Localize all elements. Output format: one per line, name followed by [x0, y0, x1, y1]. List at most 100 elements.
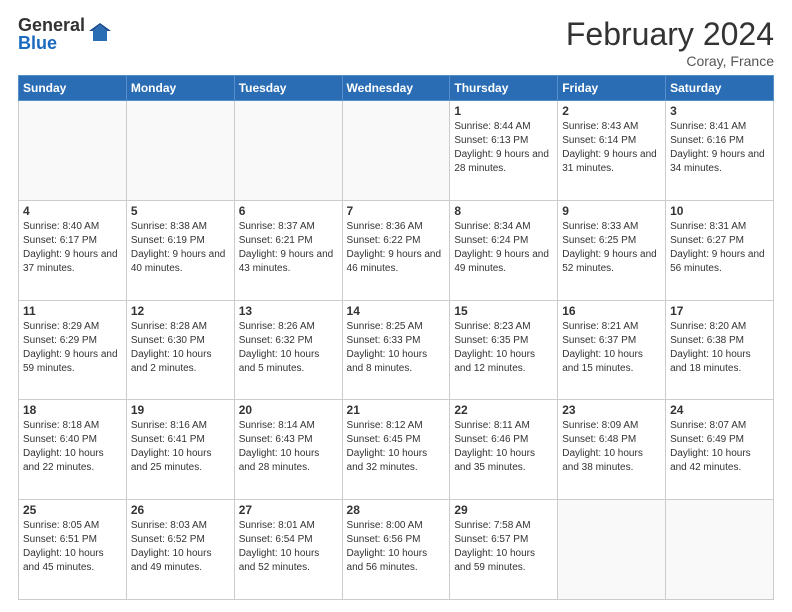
day-number: 16: [562, 304, 661, 318]
day-number: 20: [239, 403, 338, 417]
month-year: February 2024: [566, 16, 774, 53]
day-number: 12: [131, 304, 230, 318]
day-number: 29: [454, 503, 553, 517]
calendar-cell: 10 Sunrise: 8:31 AMSunset: 6:27 PMDayligh…: [666, 200, 774, 300]
calendar-cell: 22Sunrise: 8:11 AMSunset: 6:46 PMDayligh…: [450, 400, 558, 500]
calendar-cell: [342, 101, 450, 201]
calendar-table: Sunday Monday Tuesday Wednesday Thursday…: [18, 75, 774, 600]
day-info: Sunrise: 8:03 AMSunset: 6:52 PMDaylight:…: [131, 519, 230, 575]
day-info: Sunrise: 8:41 AMSunset: 6:16 PMDaylight:…: [670, 120, 769, 176]
day-info: Sunrise: 8:26 AMSunset: 6:32 PMDaylight:…: [239, 320, 338, 376]
day-number: 26: [131, 503, 230, 517]
calendar-cell: 3 Sunrise: 8:41 AMSunset: 6:16 PMDaylight…: [666, 101, 774, 201]
day-number: 10: [670, 204, 769, 218]
calendar-cell: 17 Sunrise: 8:20 AMSunset: 6:38 PMDayligh…: [666, 300, 774, 400]
calendar-cell: [234, 101, 342, 201]
logo: General Blue: [18, 16, 111, 52]
calendar-cell: 13 Sunrise: 8:26 AMSunset: 6:32 PMDayligh…: [234, 300, 342, 400]
day-info: Sunrise: 8:09 AMSunset: 6:48 PMDaylight:…: [562, 419, 661, 475]
day-info: Sunrise: 8:11 AMSunset: 6:46 PMDaylight:…: [454, 419, 553, 475]
calendar-cell: 6 Sunrise: 8:37 AMSunset: 6:21 PMDaylight…: [234, 200, 342, 300]
day-number: 11: [23, 304, 122, 318]
day-info: Sunrise: 8:23 AMSunset: 6:35 PMDaylight:…: [454, 320, 553, 376]
day-info: Sunrise: 8:28 AMSunset: 6:30 PMDaylight:…: [131, 320, 230, 376]
day-number: 15: [454, 304, 553, 318]
calendar-cell: 23 Sunrise: 8:09 AMSunset: 6:48 PMDayligh…: [558, 400, 666, 500]
col-tuesday: Tuesday: [234, 76, 342, 101]
calendar-cell: 2 Sunrise: 8:43 AMSunset: 6:14 PMDaylight…: [558, 101, 666, 201]
logo-blue: Blue: [18, 34, 85, 52]
day-number: 4: [23, 204, 122, 218]
day-info: Sunrise: 8:16 AMSunset: 6:41 PMDaylight:…: [131, 419, 230, 475]
col-saturday: Saturday: [666, 76, 774, 101]
calendar-cell: 11 Sunrise: 8:29 AMSunset: 6:29 PMDayligh…: [19, 300, 127, 400]
day-number: 18: [23, 403, 122, 417]
calendar-cell: 26 Sunrise: 8:03 AMSunset: 6:52 PMDayligh…: [126, 500, 234, 600]
calendar-cell: 8Sunrise: 8:34 AMSunset: 6:24 PMDaylight…: [450, 200, 558, 300]
day-info: Sunrise: 8:14 AMSunset: 6:43 PMDaylight:…: [239, 419, 338, 475]
calendar-cell: 29 Sunrise: 7:58 AMSunset: 6:57 PMDayligh…: [450, 500, 558, 600]
day-info: Sunrise: 8:43 AMSunset: 6:14 PMDaylight:…: [562, 120, 661, 176]
calendar-cell: 19 Sunrise: 8:16 AMSunset: 6:41 PMDayligh…: [126, 400, 234, 500]
day-info: Sunrise: 7:58 AMSunset: 6:57 PMDaylight:…: [454, 519, 553, 575]
calendar-cell: 28 Sunrise: 8:00 AMSunset: 6:56 PMDayligh…: [342, 500, 450, 600]
day-info: Sunrise: 8:20 AMSunset: 6:38 PMDaylight:…: [670, 320, 769, 376]
day-info: Sunrise: 8:31 AMSunset: 6:27 PMDaylight:…: [670, 220, 769, 276]
calendar-cell: 12 Sunrise: 8:28 AMSunset: 6:30 PMDayligh…: [126, 300, 234, 400]
day-number: 25: [23, 503, 122, 517]
day-info: Sunrise: 8:40 AMSunset: 6:17 PMDaylight:…: [23, 220, 122, 276]
calendar-cell: [19, 101, 127, 201]
logo-icon: [89, 23, 111, 45]
day-info: Sunrise: 8:33 AMSunset: 6:25 PMDaylight:…: [562, 220, 661, 276]
logo-general: General: [18, 16, 85, 34]
day-number: 17: [670, 304, 769, 318]
day-number: 21: [347, 403, 446, 417]
day-number: 19: [131, 403, 230, 417]
calendar-cell: 5Sunrise: 8:38 AMSunset: 6:19 PMDaylight…: [126, 200, 234, 300]
day-info: Sunrise: 8:01 AMSunset: 6:54 PMDaylight:…: [239, 519, 338, 575]
calendar-cell: 20 Sunrise: 8:14 AMSunset: 6:43 PMDayligh…: [234, 400, 342, 500]
calendar-cell: 4 Sunrise: 8:40 AMSunset: 6:17 PMDaylight…: [19, 200, 127, 300]
calendar-cell: 16 Sunrise: 8:21 AMSunset: 6:37 PMDayligh…: [558, 300, 666, 400]
calendar-cell: [558, 500, 666, 600]
day-info: Sunrise: 8:00 AMSunset: 6:56 PMDaylight:…: [347, 519, 446, 575]
day-info: Sunrise: 8:21 AMSunset: 6:37 PMDaylight:…: [562, 320, 661, 376]
calendar-cell: 9 Sunrise: 8:33 AMSunset: 6:25 PMDaylight…: [558, 200, 666, 300]
location: Coray, France: [566, 53, 774, 69]
day-number: 9: [562, 204, 661, 218]
calendar-cell: 7Sunrise: 8:36 AMSunset: 6:22 PMDaylight…: [342, 200, 450, 300]
day-info: Sunrise: 8:05 AMSunset: 6:51 PMDaylight:…: [23, 519, 122, 575]
day-number: 1: [454, 104, 553, 118]
calendar-week-3: 18 Sunrise: 8:18 AMSunset: 6:40 PMDayligh…: [19, 400, 774, 500]
day-info: Sunrise: 8:07 AMSunset: 6:49 PMDaylight:…: [670, 419, 769, 475]
day-number: 3: [670, 104, 769, 118]
calendar-week-4: 25 Sunrise: 8:05 AMSunset: 6:51 PMDayligh…: [19, 500, 774, 600]
day-number: 14: [347, 304, 446, 318]
day-number: 2: [562, 104, 661, 118]
calendar-cell: 24 Sunrise: 8:07 AMSunset: 6:49 PMDayligh…: [666, 400, 774, 500]
calendar-cell: [666, 500, 774, 600]
calendar-cell: 27Sunrise: 8:01 AMSunset: 6:54 PMDayligh…: [234, 500, 342, 600]
day-info: Sunrise: 8:44 AMSunset: 6:13 PMDaylight:…: [454, 120, 553, 176]
day-number: 6: [239, 204, 338, 218]
day-info: Sunrise: 8:34 AMSunset: 6:24 PMDaylight:…: [454, 220, 553, 276]
calendar-cell: 15 Sunrise: 8:23 AMSunset: 6:35 PMDayligh…: [450, 300, 558, 400]
calendar-week-1: 4 Sunrise: 8:40 AMSunset: 6:17 PMDaylight…: [19, 200, 774, 300]
col-sunday: Sunday: [19, 76, 127, 101]
day-info: Sunrise: 8:36 AMSunset: 6:22 PMDaylight:…: [347, 220, 446, 276]
col-monday: Monday: [126, 76, 234, 101]
day-info: Sunrise: 8:29 AMSunset: 6:29 PMDaylight:…: [23, 320, 122, 376]
day-number: 13: [239, 304, 338, 318]
day-info: Sunrise: 8:37 AMSunset: 6:21 PMDaylight:…: [239, 220, 338, 276]
page: General Blue February 2024 Coray, France…: [0, 0, 792, 612]
day-info: Sunrise: 8:25 AMSunset: 6:33 PMDaylight:…: [347, 320, 446, 376]
calendar-cell: 18 Sunrise: 8:18 AMSunset: 6:40 PMDayligh…: [19, 400, 127, 500]
day-info: Sunrise: 8:12 AMSunset: 6:45 PMDaylight:…: [347, 419, 446, 475]
day-info: Sunrise: 8:18 AMSunset: 6:40 PMDaylight:…: [23, 419, 122, 475]
calendar-header-row: Sunday Monday Tuesday Wednesday Thursday…: [19, 76, 774, 101]
day-number: 5: [131, 204, 230, 218]
day-number: 23: [562, 403, 661, 417]
col-thursday: Thursday: [450, 76, 558, 101]
day-number: 28: [347, 503, 446, 517]
day-number: 24: [670, 403, 769, 417]
